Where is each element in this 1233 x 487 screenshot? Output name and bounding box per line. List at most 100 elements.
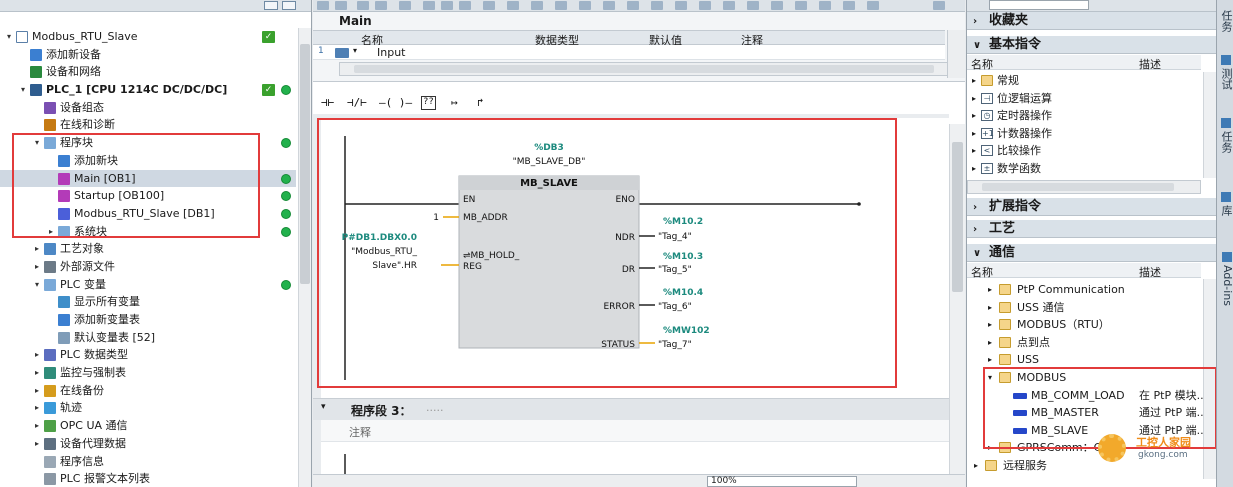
- tree-item[interactable]: 显示所有变量: [0, 293, 296, 311]
- chevron-right-icon[interactable]: ▸: [32, 399, 42, 416]
- chevron-down-icon[interactable]: ▾: [985, 369, 995, 386]
- basic-instruction-folder[interactable]: ▸ 常规: [967, 72, 1201, 90]
- chevron-right-icon[interactable]: ▸: [969, 107, 979, 124]
- chevron-down-icon[interactable]: ▾: [4, 28, 14, 45]
- expand-networks-icon[interactable]: [507, 1, 519, 10]
- chevron-right-icon[interactable]: ▸: [985, 299, 995, 316]
- instruction-folder[interactable]: ▸ MODBUS（RTU）: [967, 316, 1201, 334]
- network-3-header[interactable]: ▾ 程序段 3： .....: [313, 398, 949, 420]
- normally-closed-contact-icon[interactable]: ⊣/⊢: [347, 96, 367, 110]
- chevron-right-icon[interactable]: ▸: [32, 346, 42, 363]
- favorites-icon[interactable]: [459, 1, 471, 10]
- monitor-icon[interactable]: [399, 1, 411, 10]
- chevron-right-icon[interactable]: ▸: [985, 351, 995, 368]
- tree-item[interactable]: ▸ PLC 数据类型: [0, 346, 296, 364]
- chevron-down-icon[interactable]: ▾: [32, 134, 42, 151]
- upload-icon[interactable]: [699, 1, 711, 10]
- tab-add-ins[interactable]: Add-ins: [1217, 244, 1233, 314]
- hold-reg-name-1[interactable]: "Modbus_RTU_: [351, 247, 417, 257]
- output-error-address[interactable]: %M10.4: [663, 288, 703, 298]
- fb-db-address[interactable]: %DB3: [534, 143, 564, 153]
- chevron-right-icon[interactable]: ▸: [32, 364, 42, 381]
- basic-instruction-folder[interactable]: ▸ ◷ 定时器操作: [967, 107, 1201, 125]
- basic-list-hscrollbar[interactable]: [967, 180, 1201, 194]
- communication-header[interactable]: ∨ 通信: [967, 244, 1216, 262]
- chevron-right-icon[interactable]: ▸: [985, 316, 995, 333]
- tree-item[interactable]: ▸ 轨迹: [0, 399, 296, 417]
- force-icon[interactable]: [771, 1, 783, 10]
- chevron-right-icon[interactable]: ▸: [32, 382, 42, 399]
- tree-item[interactable]: 添加新块: [0, 152, 296, 170]
- tree-item[interactable]: ▸ 设备代理数据: [0, 435, 296, 453]
- basic-col-name[interactable]: 名称: [971, 56, 993, 72]
- chevron-right-icon[interactable]: ▸: [32, 417, 42, 434]
- basic-col-desc[interactable]: 描述: [1139, 56, 1161, 72]
- monitor-on-icon[interactable]: [723, 1, 735, 10]
- hold-reg-address[interactable]: P#DB1.DBX0.0: [342, 233, 417, 243]
- technology-header[interactable]: › 工艺: [967, 220, 1216, 238]
- project-tree-scrollbar[interactable]: [298, 28, 311, 487]
- add-row-icon[interactable]: [375, 1, 387, 10]
- go-to-icon[interactable]: [603, 1, 615, 10]
- tree-view-toggle-icon[interactable]: [264, 1, 278, 10]
- close-all-icon[interactable]: [579, 1, 591, 10]
- call-hierarchy-icon[interactable]: [627, 1, 639, 10]
- basic-instruction-folder[interactable]: ▸ +1 计数器操作: [967, 125, 1201, 143]
- symbolic-address-icon[interactable]: [441, 1, 453, 10]
- chevron-right-icon[interactable]: ▸: [46, 223, 56, 240]
- insert-row-icon[interactable]: [357, 1, 369, 10]
- output-status-tag[interactable]: "Tag_7": [658, 340, 692, 350]
- basic-instruction-folder[interactable]: ▸ < 比较操作: [967, 142, 1201, 160]
- basic-instructions-header[interactable]: ∨ 基本指令: [967, 36, 1216, 54]
- interface-vertical-scrollbar[interactable]: [947, 30, 965, 78]
- expand-arrow-icon[interactable]: ▾: [353, 46, 357, 55]
- basic-instruction-folder[interactable]: ▸ ⊣ 位逻辑运算: [967, 90, 1201, 108]
- normally-open-contact-icon[interactable]: ⊣⊢: [321, 96, 334, 110]
- chevron-right-icon[interactable]: ▸: [985, 439, 995, 456]
- favorites-header[interactable]: › 收藏夹: [967, 12, 1216, 30]
- instruction-folder[interactable]: ▸ PtP Communication: [967, 281, 1201, 299]
- empty-box-icon[interactable]: ??: [421, 96, 436, 110]
- tree-item[interactable]: ▾ Modbus_RTU_Slave ✓: [0, 28, 296, 46]
- tree-item[interactable]: 默认变量表 [52]: [0, 329, 296, 347]
- comm-col-name[interactable]: 名称: [971, 264, 993, 280]
- output-ndr-tag[interactable]: "Tag_4": [658, 232, 692, 242]
- chevron-down-icon[interactable]: ▾: [32, 276, 42, 293]
- open-all-icon[interactable]: [555, 1, 567, 10]
- tree-item[interactable]: PLC 报警文本列表: [0, 470, 296, 487]
- tree-item[interactable]: ▸ 工艺对象: [0, 240, 296, 258]
- chevron-right-icon[interactable]: ▸: [969, 142, 979, 159]
- instruction-folder[interactable]: ▸ USS: [967, 351, 1201, 369]
- tree-item[interactable]: ▾ PLC_1 [CPU 1214C DC/DC/DC] ✓: [0, 81, 296, 99]
- absolute-address-icon[interactable]: [423, 1, 435, 10]
- tree-item[interactable]: 设备和网络: [0, 63, 296, 81]
- instruction-folder[interactable]: ▸ 点到点: [967, 334, 1201, 352]
- tree-item[interactable]: ▸ 在线备份: [0, 382, 296, 400]
- instruction-folder[interactable]: ▾ MODBUS: [967, 369, 1201, 387]
- network-3-title-placeholder[interactable]: .....: [426, 401, 443, 414]
- close-branch-icon[interactable]: ↱: [477, 96, 484, 110]
- zoom-select[interactable]: 100%: [707, 476, 857, 487]
- tree-item[interactable]: 设备组态: [0, 99, 296, 117]
- network-2[interactable]: MB_SLAVE %DB3 "MB_SLAVE_DB" EN ENO 1 MB_…: [317, 118, 949, 398]
- open-branch-icon[interactable]: ↦: [451, 96, 458, 110]
- monitor-off-icon[interactable]: [747, 1, 759, 10]
- tree-item[interactable]: ▸ 系统块: [0, 223, 296, 241]
- chevron-right-icon[interactable]: ▸: [985, 281, 995, 298]
- chevron-right-icon[interactable]: ▸: [32, 258, 42, 275]
- comm-col-desc[interactable]: 描述: [1139, 264, 1161, 280]
- step-icon[interactable]: [843, 1, 855, 10]
- extended-instructions-header[interactable]: › 扩展指令: [967, 198, 1216, 216]
- check-icon[interactable]: [651, 1, 663, 10]
- insert-network-icon[interactable]: [317, 1, 329, 10]
- basic-list-scrollbar[interactable]: [1203, 72, 1216, 178]
- refresh-icon[interactable]: [795, 1, 807, 10]
- network-3-comment[interactable]: 注释: [321, 420, 949, 442]
- chevron-right-icon[interactable]: ▸: [969, 125, 979, 142]
- tree-item[interactable]: 添加新设备: [0, 46, 296, 64]
- tree-item[interactable]: ▾ PLC 变量: [0, 276, 296, 294]
- output-coil-icon[interactable]: –( )–: [379, 96, 412, 110]
- tab-tasks-2[interactable]: 任务: [1217, 110, 1233, 160]
- instruction-item[interactable]: MB_MASTER 通过 PtP 端...: [967, 404, 1207, 422]
- output-dr-tag[interactable]: "Tag_5": [658, 265, 692, 275]
